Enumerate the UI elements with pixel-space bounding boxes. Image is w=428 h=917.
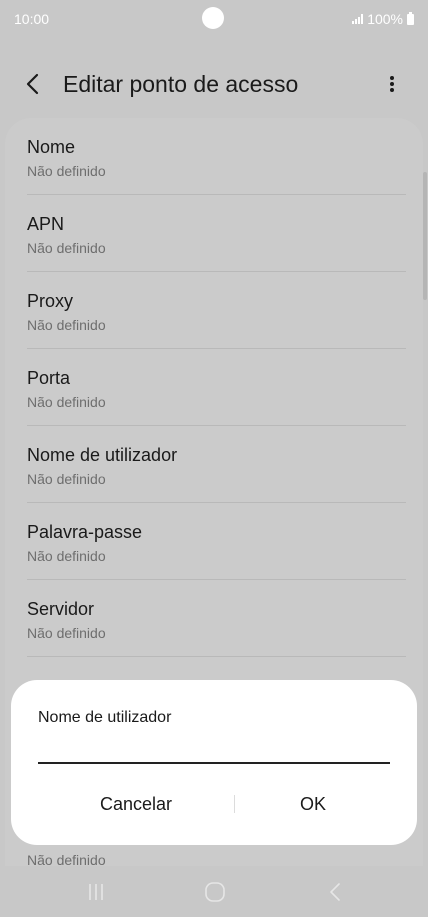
username-dialog: Nome de utilizador Cancelar OK [11, 680, 417, 845]
list-item-label: Nome de utilizador [27, 445, 178, 465]
list-item-label: Porta [27, 368, 71, 388]
list-item-apn[interactable]: APN Não definido [5, 195, 423, 272]
list-item-proxy[interactable]: Proxy Não definido [5, 272, 423, 349]
list-item-value: Não definido [27, 625, 106, 641]
dialog-title: Nome de utilizador [38, 709, 172, 726]
signal-icon [352, 14, 364, 24]
divider [27, 656, 406, 657]
username-input[interactable] [38, 736, 390, 764]
list-item-porta[interactable]: Porta Não definido [5, 349, 423, 426]
list-item-palavra-passe[interactable]: Palavra-passe Não definido [5, 503, 423, 580]
list-item-label: Proxy [27, 291, 74, 311]
cancel-button[interactable]: Cancelar [46, 786, 226, 822]
page-title: Editar ponto de acesso [63, 71, 299, 97]
navigation-bar [0, 866, 428, 917]
list-item-servidor[interactable]: Servidor Não definido [5, 580, 423, 657]
list-item-label: Nome [27, 137, 76, 157]
scrollbar[interactable] [423, 172, 427, 300]
recent-apps-icon[interactable] [84, 881, 108, 903]
list-item-value: Não definido [27, 548, 106, 564]
chevron-left-icon[interactable] [22, 72, 46, 96]
battery-icon [407, 11, 414, 25]
list-item-value: Não definido [27, 317, 106, 333]
more-vertical-icon[interactable] [384, 72, 400, 96]
status-indicators: 100% [352, 11, 414, 27]
camera-dot-icon [202, 7, 224, 29]
list-item-value: Não definido [27, 471, 106, 487]
list-item-label: APN [27, 214, 65, 234]
list-item-value: Não definido [27, 240, 106, 256]
status-time: 10:00 [14, 11, 50, 27]
list-item-nome[interactable]: Nome Não definido [5, 118, 423, 195]
list-item-nome-de-utilizador[interactable]: Nome de utilizador Não definido [5, 426, 423, 503]
list-item-value: Não definido [27, 394, 106, 410]
list-item-label: Servidor [27, 599, 95, 619]
home-icon[interactable] [203, 881, 227, 903]
app-bar: Editar ponto de acesso [0, 56, 428, 112]
ok-button[interactable]: OK [223, 786, 403, 822]
back-icon[interactable] [324, 881, 348, 903]
battery-percent: 100% [367, 11, 403, 27]
list-item-value: Não definido [27, 163, 106, 179]
list-item-label: Palavra-passe [27, 522, 143, 542]
